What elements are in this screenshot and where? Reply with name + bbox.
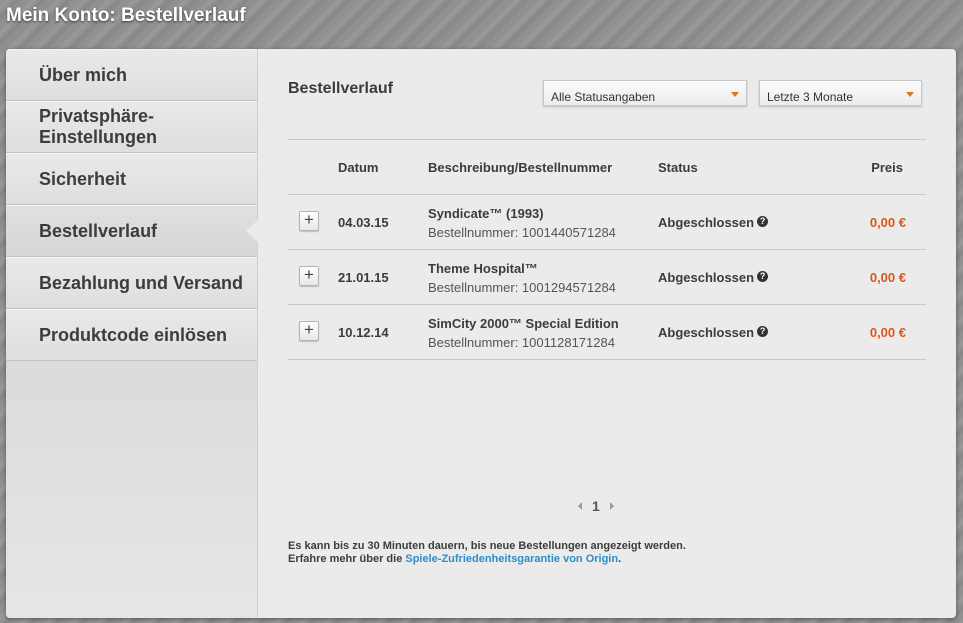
product-name: Theme Hospital™ xyxy=(428,261,538,276)
sidebar-item-label: Privatsphäre- Einstellungen xyxy=(39,106,158,147)
order-date: 10.12.14 xyxy=(338,325,389,340)
status-text: Abgeschlossen xyxy=(658,215,755,230)
plus-icon[interactable]: + xyxy=(299,321,319,341)
footer-note-prefix: Erfahre mehr über die xyxy=(288,553,406,565)
order-status: Abgeschlossen? xyxy=(658,325,769,340)
status-text: Abgeschlossen xyxy=(658,325,755,340)
table-row: + 10.12.14 SimCity 2000™ Special Edition… xyxy=(288,305,926,360)
period-filter-value: Letzte 3 Monate xyxy=(767,90,854,104)
order-status: Abgeschlossen? xyxy=(658,215,769,230)
satisfaction-guarantee-link[interactable]: Spiele-Zufriedenheitsgarantie von Origin xyxy=(405,553,618,565)
order-description: SimCity 2000™ Special Edition Bestellnum… xyxy=(428,316,619,350)
question-circle-icon[interactable]: ? xyxy=(757,326,769,337)
status-text: Abgeschlossen xyxy=(658,270,755,285)
header-status: Status xyxy=(658,160,698,175)
chevron-left-icon[interactable] xyxy=(578,502,582,510)
footer-note: Es kann bis zu 30 Minuten dauern, bis ne… xyxy=(288,540,686,566)
order-price: 0,00 € xyxy=(869,215,906,230)
header-date: Datum xyxy=(338,160,379,175)
account-panel: Über mich Privatsphäre- Einstellungen Si… xyxy=(6,49,956,618)
sidebar: Über mich Privatsphäre- Einstellungen Si… xyxy=(6,49,258,618)
sidebar-item-payment-shipping[interactable]: Bezahlung und Versand xyxy=(6,257,257,309)
header-description: Beschreibung/Bestellnummer xyxy=(428,160,613,175)
status-filter-select[interactable]: Alle Statusangaben xyxy=(543,80,747,106)
question-circle-icon[interactable]: ? xyxy=(757,216,769,227)
pagination: 1 xyxy=(578,498,614,514)
product-name: Syndicate™ (1993) xyxy=(428,206,544,221)
order-status: Abgeschlossen? xyxy=(658,270,769,285)
sidebar-item-about-me[interactable]: Über mich xyxy=(6,49,257,101)
order-price: 0,00 € xyxy=(869,325,906,340)
section-title: Bestellverlauf xyxy=(288,80,393,97)
footer-note-suffix: . xyxy=(618,553,622,565)
table-row: + 21.01.15 Theme Hospital™ Bestellnummer… xyxy=(288,250,926,305)
sidebar-item-label: Über mich xyxy=(39,64,128,85)
order-number: Bestellnummer: 1001440571284 xyxy=(428,225,616,240)
chevron-right-icon[interactable] xyxy=(609,502,614,510)
sidebar-item-privacy-settings[interactable]: Privatsphäre- Einstellungen xyxy=(6,101,257,153)
product-name: SimCity 2000™ Special Edition xyxy=(428,316,619,331)
header-price: Preis xyxy=(871,160,903,175)
sidebar-item-order-history[interactable]: Bestellverlauf xyxy=(6,205,258,257)
sidebar-item-label: Bestellverlauf xyxy=(39,220,158,241)
order-date: 21.01.15 xyxy=(338,270,389,285)
sidebar-item-label: Bezahlung und Versand xyxy=(39,272,244,293)
sidebar-item-security[interactable]: Sicherheit xyxy=(6,153,257,205)
sidebar-item-redeem-code[interactable]: Produktcode einlösen xyxy=(6,309,257,361)
table-row: + 04.03.15 Syndicate™ (1993) Bestellnumm… xyxy=(288,195,926,250)
order-description: Theme Hospital™ Bestellnummer: 100129457… xyxy=(428,261,616,295)
footer-note-line1: Es kann bis zu 30 Minuten dauern, bis ne… xyxy=(288,540,686,552)
order-number: Bestellnummer: 1001128171284 xyxy=(428,335,615,350)
orders-table: Datum Beschreibung/Bestellnummer Status … xyxy=(288,139,926,360)
plus-icon[interactable]: + xyxy=(299,211,319,231)
footer-note-line2: Erfahre mehr über die Spiele-Zufriedenhe… xyxy=(288,553,686,566)
status-filter-value: Alle Statusangaben xyxy=(551,90,656,104)
question-circle-icon[interactable]: ? xyxy=(757,271,769,282)
table-header: Datum Beschreibung/Bestellnummer Status … xyxy=(288,140,926,195)
caret-down-icon xyxy=(731,92,739,97)
order-price: 0,00 € xyxy=(869,270,906,285)
plus-icon[interactable]: + xyxy=(299,266,319,286)
order-date: 04.03.15 xyxy=(338,215,389,230)
sidebar-item-label: Produktcode einlösen xyxy=(39,324,228,345)
page-number[interactable]: 1 xyxy=(592,498,600,514)
order-number: Bestellnummer: 1001294571284 xyxy=(428,280,616,295)
order-history-section: Bestellverlauf Alle Statusangaben Letzte… xyxy=(288,49,926,618)
caret-down-icon xyxy=(906,92,914,97)
sidebar-item-label: Sicherheit xyxy=(39,168,127,189)
order-description: Syndicate™ (1993) Bestellnummer: 1001440… xyxy=(428,206,616,240)
period-filter-select[interactable]: Letzte 3 Monate xyxy=(759,80,922,106)
window-title: Mein Konto: Bestellverlauf xyxy=(6,5,246,26)
